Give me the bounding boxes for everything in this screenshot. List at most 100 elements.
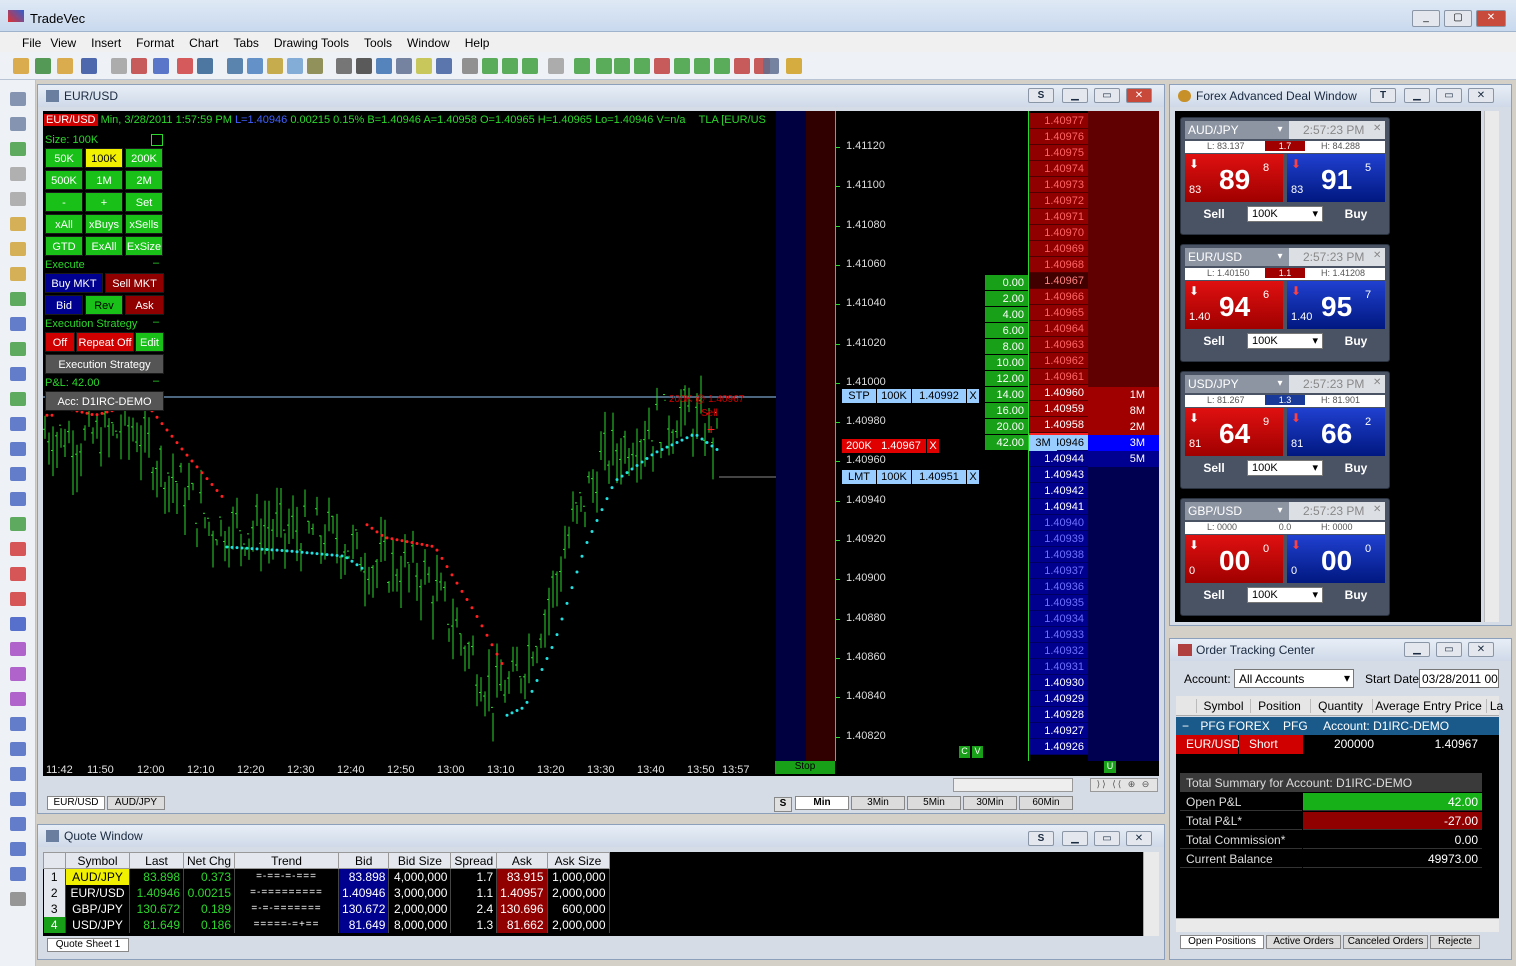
line-tool-icon[interactable] xyxy=(10,217,26,231)
menu-file[interactable]: File xyxy=(0,34,50,50)
size-button-3[interactable]: 200K xyxy=(125,148,163,168)
hl-icon[interactable] xyxy=(614,58,630,74)
minus-icon[interactable] xyxy=(10,767,26,781)
order-column-quantity[interactable]: Quantity xyxy=(1310,699,1370,713)
new-icon[interactable] xyxy=(13,58,29,74)
forex-close-button[interactable]: ✕ xyxy=(1468,88,1494,103)
line-icon[interactable] xyxy=(548,58,564,74)
interval-s-button[interactable]: S xyxy=(774,797,792,812)
ladder-bid-price[interactable]: 1.40927 xyxy=(1029,723,1088,739)
quote-column-ask-size[interactable]: Ask Size xyxy=(546,852,610,869)
sell-price-button[interactable]: ⬇ 0 00 0 xyxy=(1185,535,1283,583)
ladder-bid-price[interactable]: 1.40939 xyxy=(1029,531,1088,547)
channel-icon[interactable] xyxy=(10,267,26,281)
interval-tab-5min[interactable]: 5Min xyxy=(907,796,961,810)
hline-icon[interactable] xyxy=(10,317,26,331)
account-button[interactable]: Acc: D1IRC-DEMO xyxy=(45,391,164,411)
ladder-bid-price[interactable]: 1.40934 xyxy=(1029,611,1088,627)
ladder-ask-price[interactable]: 1.40962 xyxy=(1029,353,1088,369)
pnl-collapse[interactable]: – xyxy=(153,375,159,387)
interval-tab-3min[interactable]: 3Min xyxy=(851,796,905,810)
ladder-ask-price[interactable]: 1.40971 xyxy=(1029,209,1088,225)
close-button[interactable]: ✕ xyxy=(1476,10,1506,27)
size-button-15[interactable]: ExSize xyxy=(125,236,163,256)
ladder-ask-price[interactable]: 1.40960 xyxy=(1029,385,1088,401)
menu-insert[interactable]: Insert xyxy=(91,34,136,50)
zoom-in-icon[interactable] xyxy=(416,58,432,74)
window-icon[interactable] xyxy=(287,58,303,74)
ladder-bid-price[interactable]: 1.40936 xyxy=(1029,579,1088,595)
reverse-button[interactable]: Rev xyxy=(85,295,123,315)
ladder-bid-price[interactable]: 1.40941 xyxy=(1029,499,1088,515)
wave-icon[interactable] xyxy=(10,292,26,306)
size-button-14[interactable]: ExAll xyxy=(85,236,123,256)
price-ladder[interactable]: 1.40977 1.40976 1.40975 1.40974 1.40973 1.409… xyxy=(985,111,1159,761)
size-button-4[interactable]: 500K xyxy=(45,170,83,190)
forex-restore-button[interactable]: ▭ xyxy=(1436,88,1462,103)
folder-icon[interactable] xyxy=(57,58,73,74)
ladder-bid-price[interactable]: 1.40928 xyxy=(1029,707,1088,723)
point-icon[interactable] xyxy=(694,58,710,74)
menu-drawing-tools[interactable]: Drawing Tools xyxy=(274,34,364,50)
renko-icon[interactable] xyxy=(654,58,670,74)
order-tracking-restore-button[interactable]: ▭ xyxy=(1436,642,1462,657)
buy-button[interactable]: Buy xyxy=(1327,585,1385,605)
account-group-row[interactable]: − PFG FOREX PFG Account: D1IRC-DEMO xyxy=(1176,717,1499,735)
ladder-ask-price[interactable]: 1.40959 xyxy=(1029,401,1088,417)
arrow-icon[interactable] xyxy=(376,58,392,74)
interval-tab-60min[interactable]: 60Min xyxy=(1019,796,1073,810)
order-column-la[interactable]: La xyxy=(1486,699,1506,713)
order-scrollbar[interactable] xyxy=(1176,918,1499,932)
buy-button[interactable]: Buy xyxy=(1327,331,1385,351)
ladder-bid-price[interactable]: 1.40931 xyxy=(1029,659,1088,675)
execution-strategy-collapse[interactable]: – xyxy=(153,316,159,328)
menu-window[interactable]: Window xyxy=(407,34,465,50)
chart-restore-button[interactable]: ▭ xyxy=(1094,88,1120,103)
marker-icon[interactable] xyxy=(396,58,412,74)
strategy-off-button[interactable]: Off xyxy=(45,332,75,352)
cycle-icon[interactable] xyxy=(10,442,26,456)
deal-close-icon[interactable]: ✕ xyxy=(1373,123,1381,134)
forex-t-button[interactable]: T xyxy=(1370,88,1396,103)
ladder-ask-price[interactable]: 1.40973 xyxy=(1029,177,1088,193)
vline-icon[interactable] xyxy=(10,792,26,806)
zoom-out-icon[interactable] xyxy=(436,58,452,74)
size-button-13[interactable]: GTD xyxy=(45,236,83,256)
parallel-icon[interactable] xyxy=(10,242,26,256)
slash-icon[interactable] xyxy=(10,667,26,681)
buy-tool-icon[interactable] xyxy=(10,592,26,606)
quote-column-bid[interactable]: Bid xyxy=(338,852,390,869)
quote-row[interactable]: 2 EUR/USD 1.40946 0.00215 =-========= 1.40946… xyxy=(43,884,610,901)
alert-icon[interactable] xyxy=(177,58,193,74)
ladder-bid-price[interactable]: 1.40929 xyxy=(1029,691,1088,707)
cut-icon[interactable] xyxy=(111,58,127,74)
curve-icon[interactable] xyxy=(10,842,26,856)
gann-icon[interactable] xyxy=(10,417,26,431)
ladder-bid-price[interactable]: 1.40935 xyxy=(1029,595,1088,611)
account-select[interactable]: All Accounts ▾ xyxy=(1234,669,1354,688)
kagi-icon[interactable] xyxy=(714,58,730,74)
ladder-ask-price[interactable]: 1.40965 xyxy=(1029,305,1088,321)
group-collapse[interactable]: − xyxy=(1182,719,1189,733)
ladder-ask-price[interactable]: 1.40970 xyxy=(1029,225,1088,241)
bell-icon[interactable] xyxy=(786,58,802,74)
bars-icon[interactable] xyxy=(10,467,26,481)
buy-button[interactable]: Buy xyxy=(1327,204,1385,224)
ladder-bid-price[interactable]: 1.40937 xyxy=(1029,563,1088,579)
menu-tabs[interactable]: Tabs xyxy=(234,34,274,50)
quote-column-net-chg[interactable]: Net Chg xyxy=(182,852,236,869)
limit-order-marker[interactable]: LMT 100K 1.40951 X xyxy=(842,470,984,484)
sell-price-button[interactable]: ⬇ 1.40 94 6 xyxy=(1185,281,1283,329)
forex-scrollbar[interactable] xyxy=(1484,111,1499,622)
quote-column-symbol[interactable]: Symbol xyxy=(65,852,130,869)
chart-minimize-button[interactable]: ▁ xyxy=(1062,88,1088,103)
deal-quantity-select[interactable]: 100K ▾ xyxy=(1247,587,1323,603)
quote-scrollbar[interactable] xyxy=(1143,852,1159,936)
order-tab-3[interactable]: Canceled Orders xyxy=(1343,935,1428,949)
ladder-ask-price[interactable]: 1.40966 xyxy=(1029,289,1088,305)
u-marker[interactable]: U xyxy=(1104,761,1116,773)
candle-icon[interactable] xyxy=(522,58,538,74)
c-marker[interactable]: C xyxy=(959,746,970,758)
repeat-off-button[interactable]: Repeat Off xyxy=(76,332,134,352)
template-icon[interactable] xyxy=(197,58,213,74)
